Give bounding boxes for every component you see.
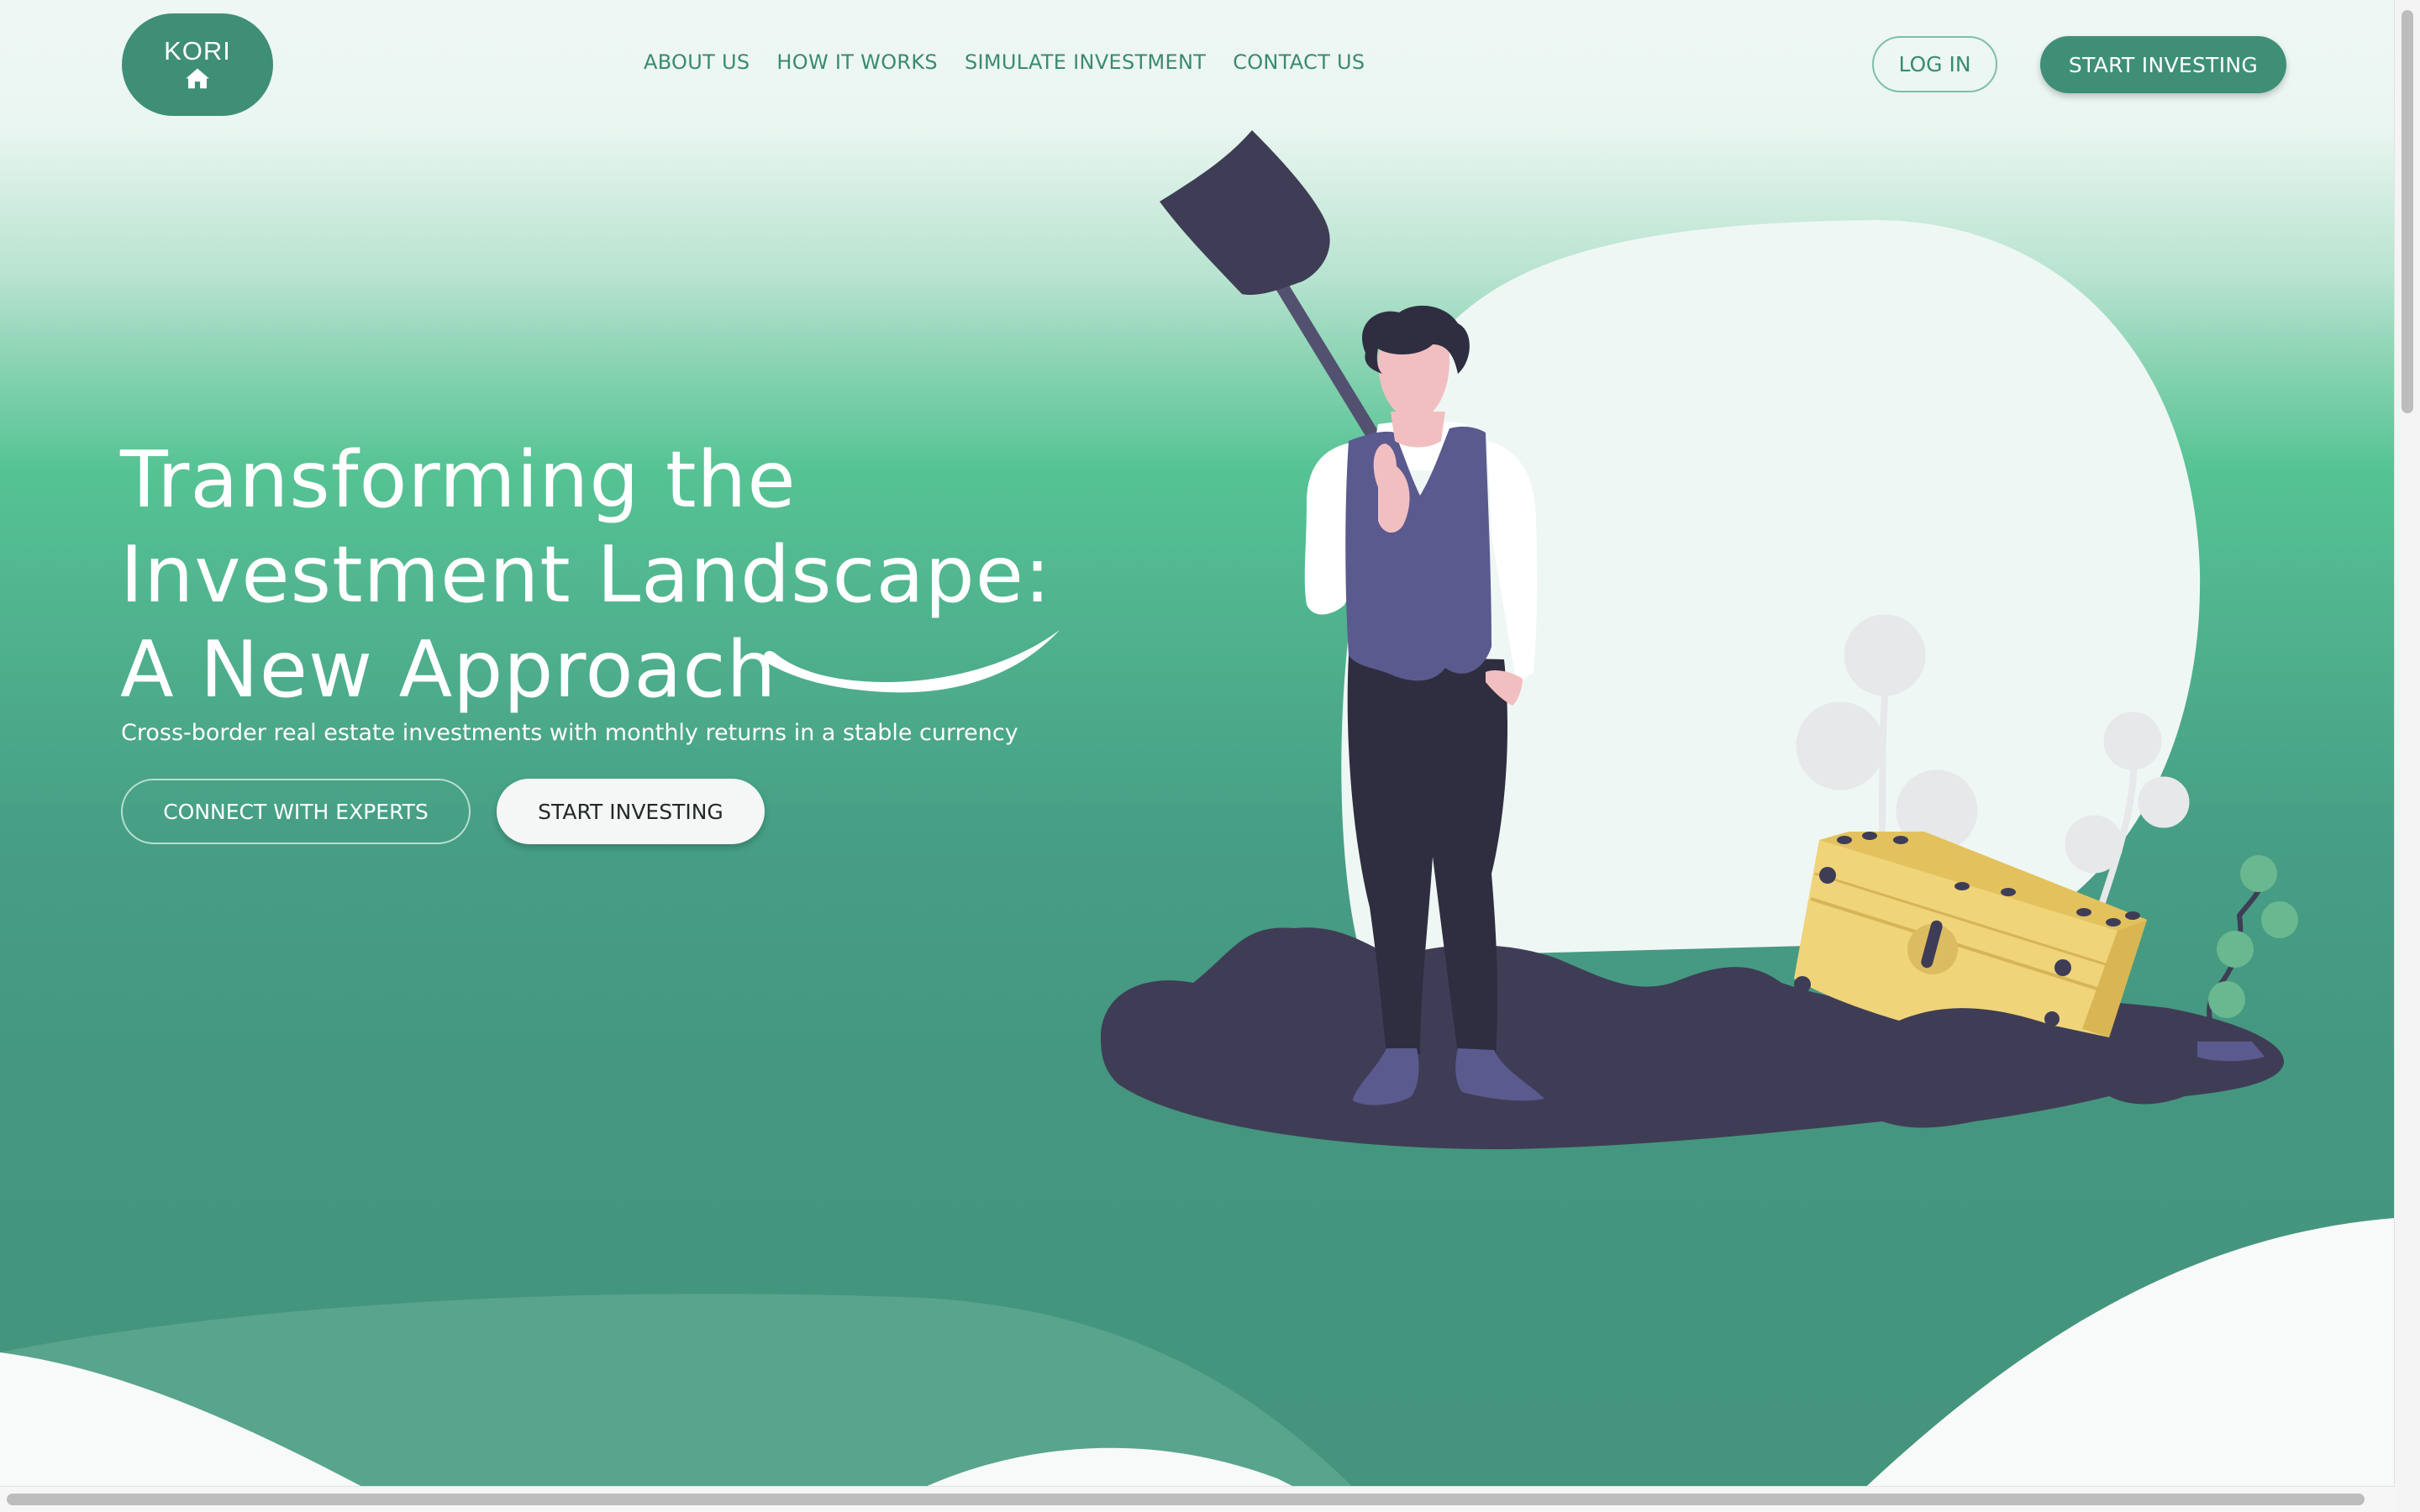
hero-subtitle: Cross-border real estate investments wit… [121,720,1018,746]
vertical-scrollbar-thumb[interactable] [2402,10,2413,413]
nav-about-us[interactable]: ABOUT US [644,50,750,74]
nav-how-it-works[interactable]: HOW IT WORKS [776,50,938,74]
nav-simulate-investment[interactable]: SIMULATE INVESTMENT [965,50,1206,74]
login-button[interactable]: LOG IN [1872,36,1997,92]
logo-text: KORI [164,36,231,66]
underline-swoosh [763,630,1060,693]
nav-contact-us[interactable]: CONTACT US [1233,50,1365,74]
treasure-hunter-illustration [1101,130,2298,1150]
hero-title-line-2: Investment Landscape: [120,529,1052,620]
landing-page: KORI ABOUT US HOW IT WORKS SIMULATE INVE… [0,0,2420,1512]
connect-with-experts-button[interactable]: CONNECT WITH EXPERTS [121,779,471,844]
start-investing-hero-button[interactable]: START INVESTING [497,779,765,844]
horizontal-scrollbar-thumb[interactable] [7,1494,2365,1505]
hero-title-line-1: Transforming the [120,434,797,525]
main-nav: ABOUT US HOW IT WORKS SIMULATE INVESTMEN… [644,50,1365,74]
sprout-plant [2197,855,2298,1062]
horizontal-scrollbar[interactable] [0,1486,2395,1512]
logo[interactable]: KORI [122,13,273,116]
start-investing-header-button[interactable]: START INVESTING [2040,36,2286,93]
vertical-scrollbar[interactable] [2394,0,2420,1512]
background-waves [0,1218,2395,1495]
home-icon [186,68,209,89]
